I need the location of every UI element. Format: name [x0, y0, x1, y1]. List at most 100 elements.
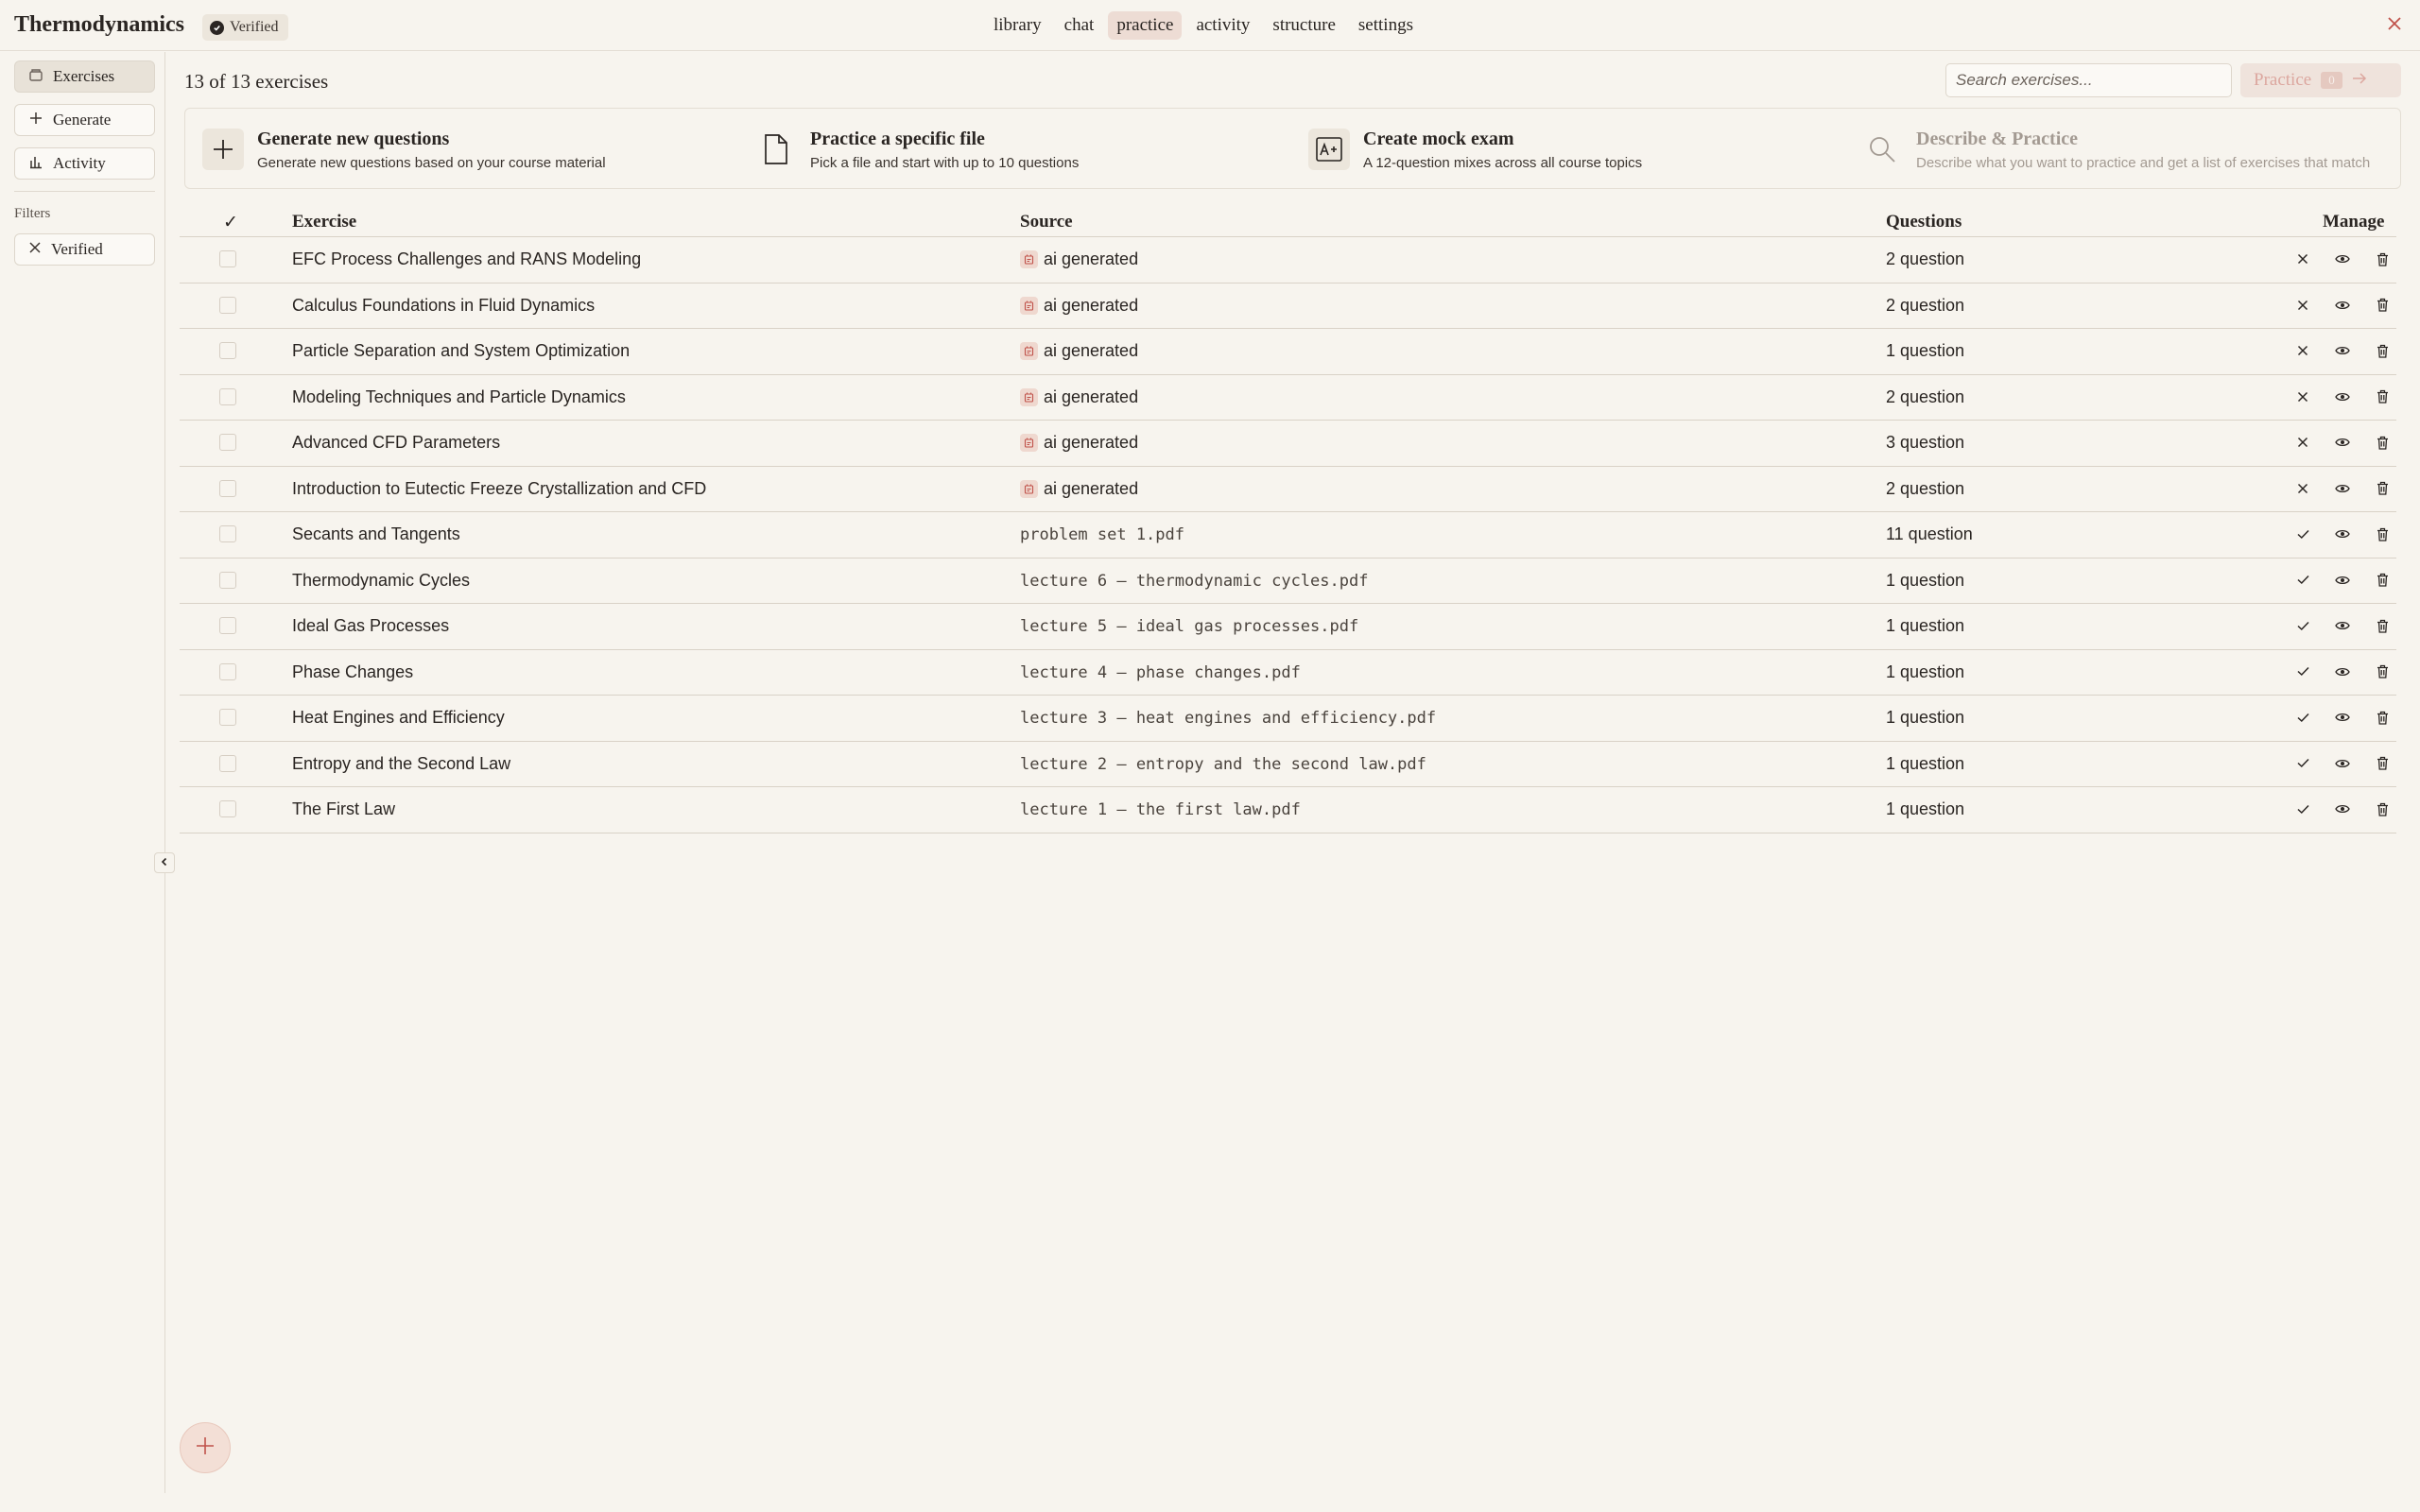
- eye-icon[interactable]: [2333, 433, 2352, 452]
- eye-icon[interactable]: [2333, 662, 2352, 681]
- eye-icon[interactable]: [2333, 616, 2352, 635]
- row-checkbox[interactable]: [219, 525, 236, 542]
- close-icon[interactable]: [28, 240, 42, 259]
- trash-icon[interactable]: [2373, 662, 2392, 681]
- row-checkbox[interactable]: [219, 479, 236, 497]
- sidebar-item-activity[interactable]: Activity: [14, 147, 155, 180]
- row-checkbox[interactable]: [219, 387, 236, 405]
- row-checkbox[interactable]: [219, 342, 236, 359]
- verify-check-icon[interactable]: [2293, 799, 2312, 818]
- table-row[interactable]: Entropy and the Second Law lecture 2 — en…: [180, 742, 2396, 787]
- tab-settings[interactable]: settings: [1350, 11, 1422, 40]
- close-icon[interactable]: [2384, 14, 2405, 35]
- tab-chat[interactable]: chat: [1056, 11, 1103, 40]
- eye-icon[interactable]: [2333, 387, 2352, 406]
- column-header-exercise[interactable]: Exercise: [292, 212, 356, 232]
- eye-icon[interactable]: [2333, 296, 2352, 315]
- tab-practice[interactable]: practice: [1108, 11, 1183, 40]
- source-file-link[interactable]: lecture 6 — thermodynamic cycles.pdf: [1020, 572, 1368, 591]
- table-row[interactable]: Phase Changes lecture 4 — phase changes.p…: [180, 650, 2396, 696]
- collapse-sidebar-button[interactable]: [154, 852, 175, 873]
- trash-icon[interactable]: [2373, 479, 2392, 498]
- table-row[interactable]: Secants and Tangents problem set 1.pdf 11 …: [180, 512, 2396, 558]
- trash-icon[interactable]: [2373, 433, 2392, 452]
- table-row[interactable]: Particle Separation and System Optimizat…: [180, 329, 2396, 375]
- trash-icon[interactable]: [2373, 249, 2392, 268]
- row-checkbox[interactable]: [219, 800, 236, 817]
- practice-file-card[interactable]: Practice a specific file Pick a file and…: [755, 109, 1079, 190]
- mock-exam-card[interactable]: Create mock exam A 12-question mixes acr…: [1308, 109, 1642, 190]
- generate-questions-card[interactable]: Generate new questions Generate new ques…: [202, 109, 606, 190]
- unverify-x-icon[interactable]: [2293, 296, 2312, 315]
- unverify-x-icon[interactable]: [2293, 341, 2312, 360]
- table-row[interactable]: Introduction to Eutectic Freeze Crystall…: [180, 467, 2396, 512]
- eye-icon[interactable]: [2333, 799, 2352, 818]
- source-file-link[interactable]: lecture 1 — the first law.pdf: [1020, 800, 1301, 819]
- source-file-link[interactable]: lecture 5 — ideal gas processes.pdf: [1020, 617, 1358, 636]
- eye-icon[interactable]: [2333, 479, 2352, 498]
- exercise-name[interactable]: Particle Separation and System Optimizat…: [292, 341, 630, 361]
- sidebar-item-generate[interactable]: Generate: [14, 104, 155, 136]
- source-file-link[interactable]: lecture 3 — heat engines and efficiency.…: [1020, 709, 1436, 728]
- exercise-name[interactable]: Calculus Foundations in Fluid Dynamics: [292, 296, 595, 316]
- exercise-name[interactable]: Phase Changes: [292, 662, 413, 682]
- verify-check-icon[interactable]: [2293, 662, 2312, 681]
- trash-icon[interactable]: [2373, 708, 2392, 727]
- table-row[interactable]: Modeling Techniques and Particle Dynamic…: [180, 375, 2396, 421]
- column-header-source[interactable]: Source: [1020, 212, 1073, 232]
- select-all-checkbox[interactable]: ✓: [223, 212, 238, 233]
- exercise-name[interactable]: Advanced CFD Parameters: [292, 433, 500, 453]
- table-row[interactable]: Advanced CFD Parameters ai generated 3 que…: [180, 421, 2396, 467]
- trash-icon[interactable]: [2373, 754, 2392, 773]
- verify-check-icon[interactable]: [2293, 708, 2312, 727]
- exercise-name[interactable]: Heat Engines and Efficiency: [292, 708, 505, 728]
- row-checkbox[interactable]: [219, 617, 236, 634]
- exercise-name[interactable]: Secants and Tangents: [292, 524, 460, 544]
- row-checkbox[interactable]: [219, 662, 236, 680]
- verify-check-icon[interactable]: [2293, 616, 2312, 635]
- eye-icon[interactable]: [2333, 571, 2352, 590]
- unverify-x-icon[interactable]: [2293, 433, 2312, 452]
- unverify-x-icon[interactable]: [2293, 249, 2312, 268]
- row-checkbox[interactable]: [219, 709, 236, 726]
- verify-check-icon[interactable]: [2293, 571, 2312, 590]
- source-file-link[interactable]: lecture 2 — entropy and the second law.p…: [1020, 755, 1426, 774]
- table-row[interactable]: Ideal Gas Processes lecture 5 — ideal gas…: [180, 604, 2396, 650]
- row-checkbox[interactable]: [219, 250, 236, 267]
- column-header-questions[interactable]: Questions: [1886, 212, 1962, 232]
- unverify-x-icon[interactable]: [2293, 387, 2312, 406]
- table-row[interactable]: EFC Process Challenges and RANS Modeling…: [180, 237, 2396, 284]
- tab-activity[interactable]: activity: [1187, 11, 1258, 40]
- tab-library[interactable]: library: [985, 11, 1050, 40]
- exercise-name[interactable]: Ideal Gas Processes: [292, 616, 449, 636]
- exercise-name[interactable]: Introduction to Eutectic Freeze Crystall…: [292, 479, 706, 499]
- table-row[interactable]: Thermodynamic Cycles lecture 6 — thermody…: [180, 558, 2396, 604]
- sidebar-item-exercises[interactable]: Exercises: [14, 60, 155, 93]
- row-checkbox[interactable]: [219, 571, 236, 589]
- exercise-name[interactable]: The First Law: [292, 799, 395, 819]
- table-row[interactable]: Heat Engines and Efficiency lecture 3 — h…: [180, 696, 2396, 742]
- table-row[interactable]: The First Law lecture 1 — the first law.p…: [180, 787, 2396, 833]
- filter-chip-verified[interactable]: Verified: [14, 233, 155, 266]
- source-file-link[interactable]: lecture 4 — phase changes.pdf: [1020, 663, 1301, 682]
- exercise-name[interactable]: Thermodynamic Cycles: [292, 571, 470, 591]
- eye-icon[interactable]: [2333, 341, 2352, 360]
- add-exercise-button[interactable]: [180, 1422, 231, 1473]
- source-file-link[interactable]: problem set 1.pdf: [1020, 525, 1184, 544]
- row-checkbox[interactable]: [219, 754, 236, 772]
- eye-icon[interactable]: [2333, 754, 2352, 773]
- exercise-name[interactable]: EFC Process Challenges and RANS Modeling: [292, 249, 641, 269]
- verify-check-icon[interactable]: [2293, 754, 2312, 773]
- exercise-name[interactable]: Entropy and the Second Law: [292, 754, 510, 774]
- trash-icon[interactable]: [2373, 387, 2392, 406]
- row-checkbox[interactable]: [219, 296, 236, 314]
- trash-icon[interactable]: [2373, 799, 2392, 818]
- trash-icon[interactable]: [2373, 341, 2392, 360]
- trash-icon[interactable]: [2373, 296, 2392, 315]
- eye-icon[interactable]: [2333, 249, 2352, 268]
- tab-structure[interactable]: structure: [1264, 11, 1343, 40]
- eye-icon[interactable]: [2333, 708, 2352, 727]
- unverify-x-icon[interactable]: [2293, 479, 2312, 498]
- exercise-name[interactable]: Modeling Techniques and Particle Dynamic…: [292, 387, 626, 407]
- table-row[interactable]: Calculus Foundations in Fluid Dynamics ai…: [180, 284, 2396, 329]
